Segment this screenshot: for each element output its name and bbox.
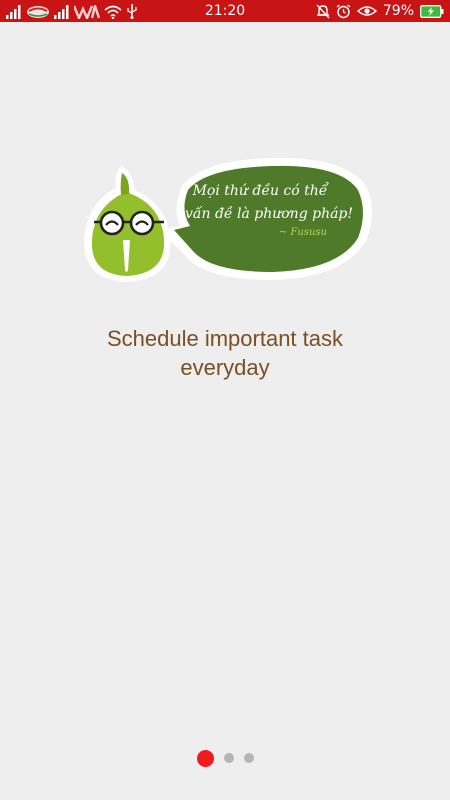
alarm-icon xyxy=(336,3,351,18)
page-indicator xyxy=(0,748,450,768)
eye-icon xyxy=(356,6,377,16)
speech-bubble-text: Mọi thứ đều có thể vấn đề là phương pháp… xyxy=(185,180,354,240)
battery-charging-icon xyxy=(420,4,444,18)
status-bar: 21:20 79% xyxy=(0,0,450,22)
status-right-icons: 79% xyxy=(316,2,444,20)
page-dot-1[interactable] xyxy=(196,749,214,767)
onboarding-headline: Schedule important task everyday xyxy=(40,324,410,382)
headline-line-2: everyday xyxy=(180,355,270,380)
page-dot-2[interactable] xyxy=(223,753,234,763)
mascot-illustration: Mọi thứ đều có thể vấn đề là phương pháp… xyxy=(82,156,374,286)
battery-percent: 79% xyxy=(382,3,414,19)
quote-line-2: vấn đề là phương pháp! xyxy=(185,206,354,222)
page-dot-3[interactable] xyxy=(243,753,254,763)
quote-line-1: Mọi thứ đều có thể xyxy=(192,183,328,199)
quote-signature: ~ Fususu xyxy=(278,227,327,238)
mute-bell-icon xyxy=(316,4,330,18)
headline-line-1: Schedule important task xyxy=(106,326,344,351)
